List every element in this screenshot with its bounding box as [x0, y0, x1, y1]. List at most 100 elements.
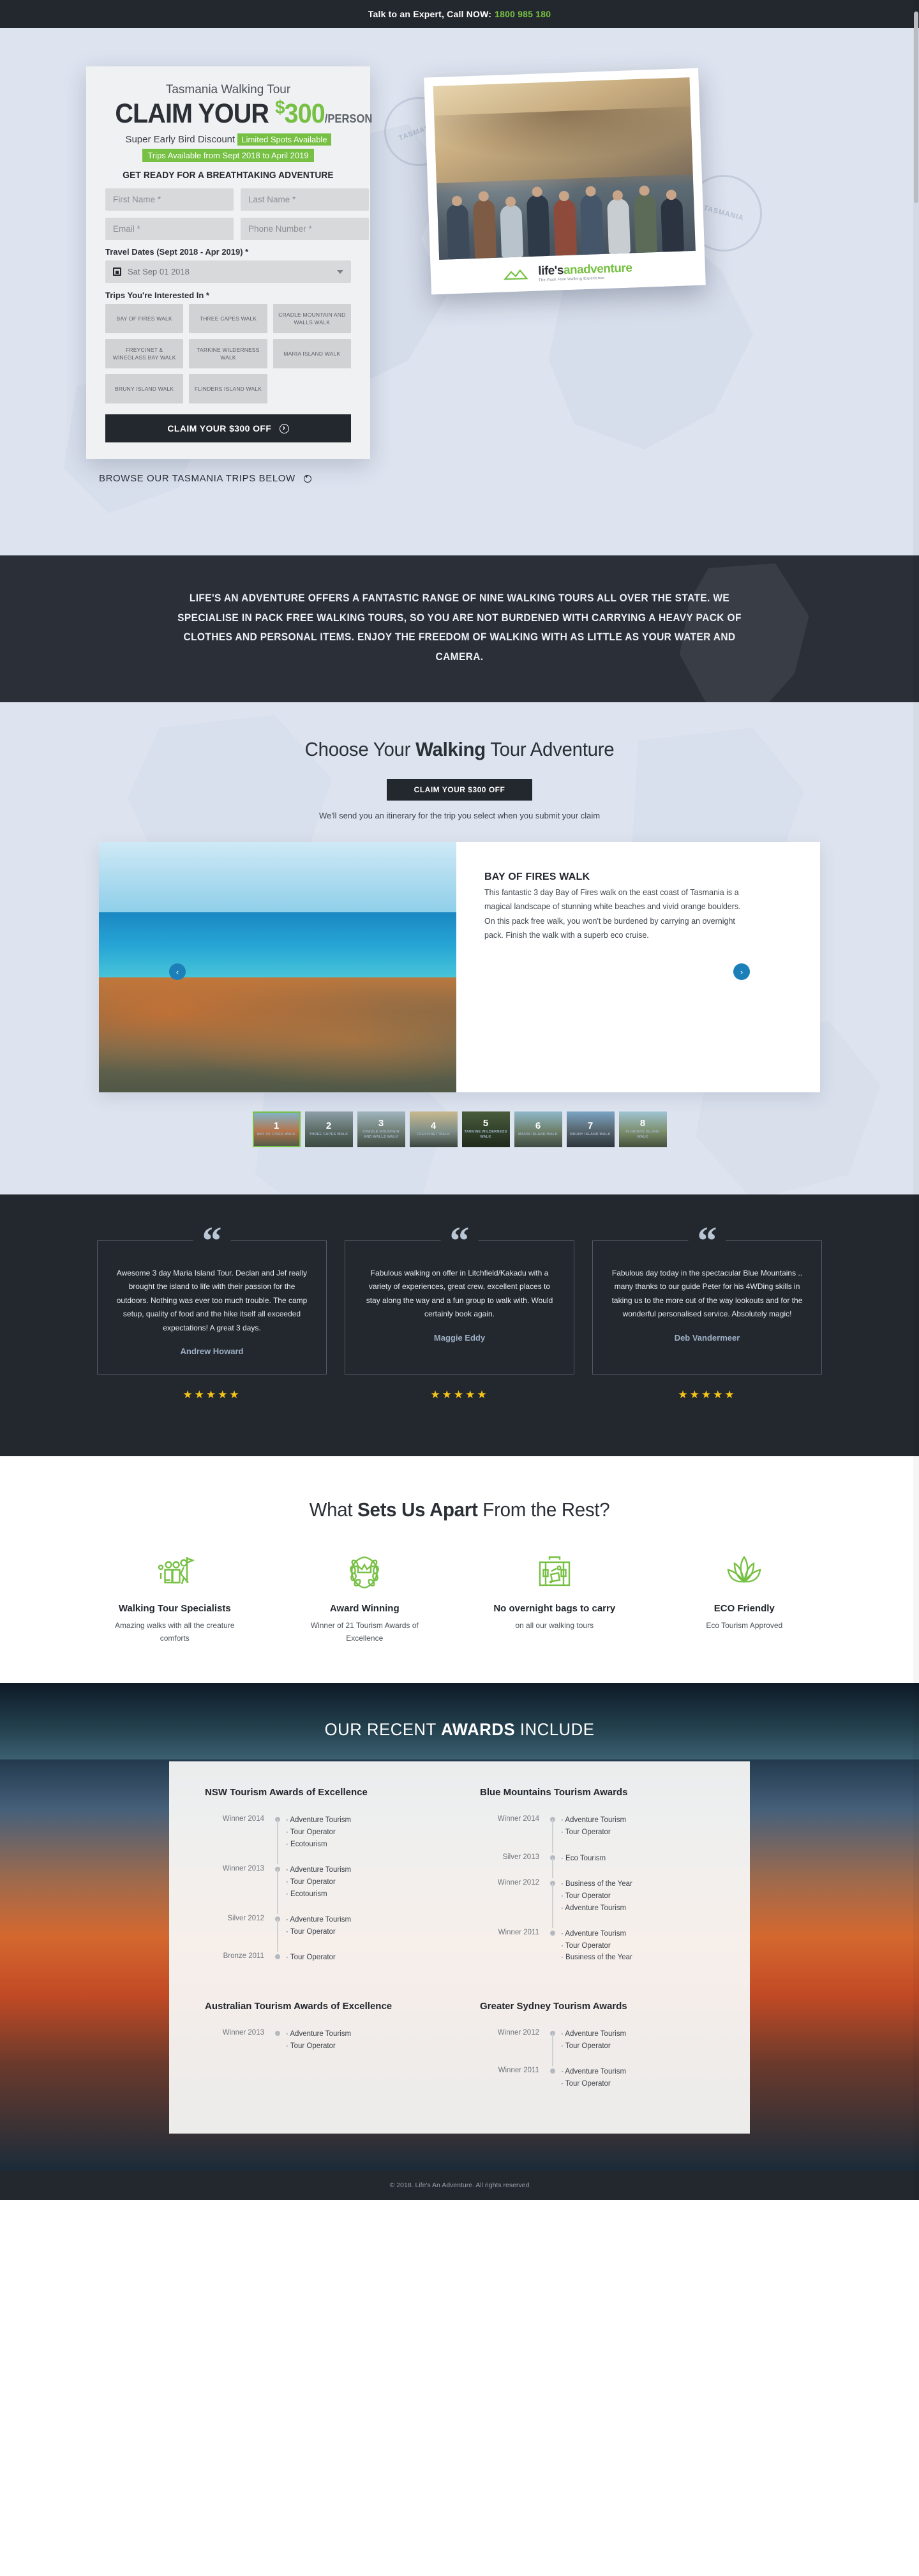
- trip-option[interactable]: TARKINE WILDERNESS WALK: [189, 338, 267, 368]
- thumb-number: 4: [430, 1120, 437, 1132]
- choose-note: We'll send you an itinerary for the trip…: [318, 811, 601, 821]
- testimonial-cards: “ Awesome 3 day Maria Island Tour. Decla…: [83, 1221, 836, 1375]
- intro-band: LIFE'S AN ADVENTURE OFFERS A FANTASTIC R…: [0, 555, 919, 703]
- quote-icon: “: [688, 1221, 726, 1261]
- award-row: Winner 2014 · Adventure Tourism · Tour O…: [205, 1814, 439, 1865]
- award-when: Winner 2013: [222, 1865, 264, 1873]
- awards-group-heading: Australian Tourism Awards of Excellence: [205, 2001, 392, 2012]
- claim-discount-form[interactable]: Tasmania Walking Tour CLAIM YOUR $300/PE…: [86, 66, 372, 459]
- award-item: · Adventure Tourism: [561, 1904, 627, 1912]
- feature-grid: Walking Tour Specialists Amazing walks w…: [83, 1551, 836, 1645]
- intro-paragraph: LIFE'S AN ADVENTURE OFFERS A FANTASTIC R…: [177, 592, 742, 663]
- award-item: · Tour Operator: [561, 2042, 611, 2050]
- trip-option[interactable]: BAY OF FIRES WALK: [105, 303, 184, 333]
- form-subtitle: Super Early Bird Discount Limited Spots …: [105, 133, 351, 146]
- tour-thumbnail[interactable]: 4 FREYCINET WALK: [409, 1111, 458, 1148]
- browse-trips-label: BROWSE OUR TASMANIA TRIPS BELOW: [99, 472, 295, 484]
- hero-polaroid-photo: life'sanadventure The Pack Free Walking …: [424, 68, 706, 295]
- page-scrollbar[interactable]: [913, 0, 919, 2200]
- tour-thumbnail[interactable]: 1 BAY OF FIRES WALK: [252, 1111, 301, 1148]
- slider-prev-button[interactable]: ‹: [169, 963, 186, 981]
- feature-description: Eco Tourism Approved: [706, 1620, 783, 1630]
- award-items: · Adventure Tourism · Tour Operator: [286, 2028, 439, 2052]
- feature-title: Walking Tour Specialists: [118, 1602, 231, 1614]
- award-row: Winner 2012 · Adventure Tourism · Tour O…: [480, 2028, 714, 2067]
- choose-claim-button[interactable]: CLAIM YOUR $300 OFF: [387, 779, 532, 801]
- thumb-name: THREE CAPES WALK: [309, 1133, 348, 1137]
- tour-thumbnail[interactable]: 6 MARIA ISLAND WALK: [514, 1111, 562, 1148]
- early-bird-text: Super Early Bird Discount: [125, 133, 235, 145]
- walking-group-icon: [83, 1551, 267, 1593]
- trip-option[interactable]: THREE CAPES WALK: [189, 303, 267, 333]
- timeline-dot-icon: [547, 1928, 561, 1964]
- availability-line: Trips Available from Sept 2018 to April …: [105, 148, 351, 162]
- award-when: Winner 2012: [497, 2029, 539, 2037]
- award-items: · Adventure Tourism · Tour Operator: [561, 1814, 714, 1838]
- name-row: [105, 188, 369, 211]
- awards-group-heading: Blue Mountains Tourism Awards: [480, 1787, 628, 1798]
- browse-trips-link[interactable]: BROWSE OUR TASMANIA TRIPS BELOW: [86, 473, 836, 484]
- claim-submit-button[interactable]: CLAIM YOUR $300 OFF: [105, 414, 351, 442]
- first-name-input[interactable]: [105, 188, 234, 211]
- travel-dates-select[interactable]: Sat Sep 01 2018: [105, 260, 351, 283]
- last-name-input[interactable]: [241, 188, 369, 211]
- thumb-name: BAY OF FIRES WALK: [257, 1133, 295, 1137]
- slide-description: This fantastic 3 day Bay of Fires walk o…: [484, 888, 741, 940]
- timeline-dot-icon: [547, 2066, 561, 2090]
- headline-prefix: CLAIM YOUR: [115, 98, 269, 129]
- heading-prefix: Choose Your: [304, 738, 416, 761]
- hero-photo-area: TASMANIA TASMANIA life'sanadventure The …: [374, 68, 771, 459]
- award-when: Silver 2012: [227, 1915, 264, 1923]
- trip-option[interactable]: CRADLE MOUNTAIN AND WALLS WALK: [273, 303, 351, 333]
- email-input[interactable]: [105, 217, 234, 240]
- thumb-number: 7: [587, 1120, 594, 1132]
- chevron-down-circle-icon: [303, 473, 311, 483]
- tour-thumbnail[interactable]: 2 THREE CAPES WALK: [304, 1111, 353, 1148]
- award-item: · Tour Operator: [286, 1828, 336, 1837]
- award-when: Winner 2011: [498, 2067, 539, 2075]
- feature-item: ECO Friendly Eco Tourism Approved: [653, 1551, 837, 1645]
- contact-row: [105, 217, 369, 240]
- award-when: Silver 2013: [502, 1853, 539, 1861]
- phone-number-link[interactable]: 1800 985 180: [495, 9, 551, 19]
- slider-next-button[interactable]: ›: [733, 963, 750, 981]
- tour-thumbnail[interactable]: 3 CRADLE MOUNTAIN AND WALLS WALK: [357, 1111, 405, 1148]
- trip-option[interactable]: FREYCINET & WINEGLASS BAY WALK: [105, 338, 184, 368]
- trip-option[interactable]: MARIA ISLAND WALK: [273, 338, 351, 368]
- tour-thumbnail[interactable]: 5 TARKINE WILDERNESS WALK: [461, 1111, 510, 1148]
- chevron-down-icon: [337, 269, 343, 274]
- thumb-name: FLINDERS ISLAND WALK: [625, 1130, 660, 1140]
- timeline-dot-icon: [547, 2028, 561, 2067]
- feature-title: ECO Friendly: [714, 1602, 775, 1614]
- testimonial-ratings: ★★★★★ ★★★★★ ★★★★★: [83, 1389, 836, 1401]
- award-item: · Adventure Tourism: [286, 2030, 352, 2038]
- award-item: · Tour Operator: [286, 1927, 336, 1936]
- award-row: Winner 2013 · Adventure Tourism · Tour O…: [205, 1864, 439, 1915]
- feature-description: Amazing walks with all the creature comf…: [115, 1620, 235, 1643]
- trip-option[interactable]: BRUNY ISLAND WALK: [105, 373, 184, 403]
- feature-description: Winner of 21 Tourism Awards of Excellenc…: [310, 1620, 419, 1643]
- feature-item: Walking Tour Specialists Amazing walks w…: [83, 1551, 267, 1645]
- slide-content: BAY OF FIRES WALK This fantastic 3 day B…: [456, 842, 820, 1092]
- timeline-dot-icon: [547, 1878, 561, 1929]
- headline-price: 300: [284, 98, 325, 129]
- star-rating: ★★★★★: [183, 1388, 241, 1401]
- awards-group-heading: Greater Sydney Tourism Awards: [480, 2001, 627, 2012]
- feature-item: Award Winning Winner of 21 Tourism Award…: [273, 1551, 457, 1645]
- heading-bold: Walking: [415, 738, 486, 761]
- award-item: · Tour Operator: [561, 1828, 611, 1837]
- availability-badge: Trips Available from Sept 2018 to April …: [142, 148, 314, 162]
- phone-input[interactable]: [241, 217, 369, 240]
- travel-dates-value: Sat Sep 01 2018: [128, 266, 190, 276]
- arrow-right-circle-icon: [279, 423, 289, 433]
- tour-thumbnail[interactable]: 7 BRUNY ISLAND WALK: [566, 1111, 615, 1148]
- award-items: · Tour Operator: [286, 1952, 439, 1964]
- award-row: Winner 2012 · Business of the Year · Tou…: [480, 1878, 714, 1929]
- testimonial-quote: Fabulous day today in the spectacular Bl…: [611, 1269, 803, 1319]
- hero-section: Tasmania Walking Tour CLAIM YOUR $300/PE…: [0, 28, 919, 555]
- tour-thumbnail[interactable]: 8 FLINDERS ISLAND WALK: [618, 1111, 667, 1148]
- award-items: · Eco Tourism: [561, 1853, 714, 1865]
- trip-option[interactable]: FLINDERS ISLAND WALK: [189, 373, 267, 403]
- awards-bold: AWARDS: [441, 1720, 516, 1740]
- award-row: Silver 2012 · Adventure Tourism · Tour O…: [205, 1914, 439, 1952]
